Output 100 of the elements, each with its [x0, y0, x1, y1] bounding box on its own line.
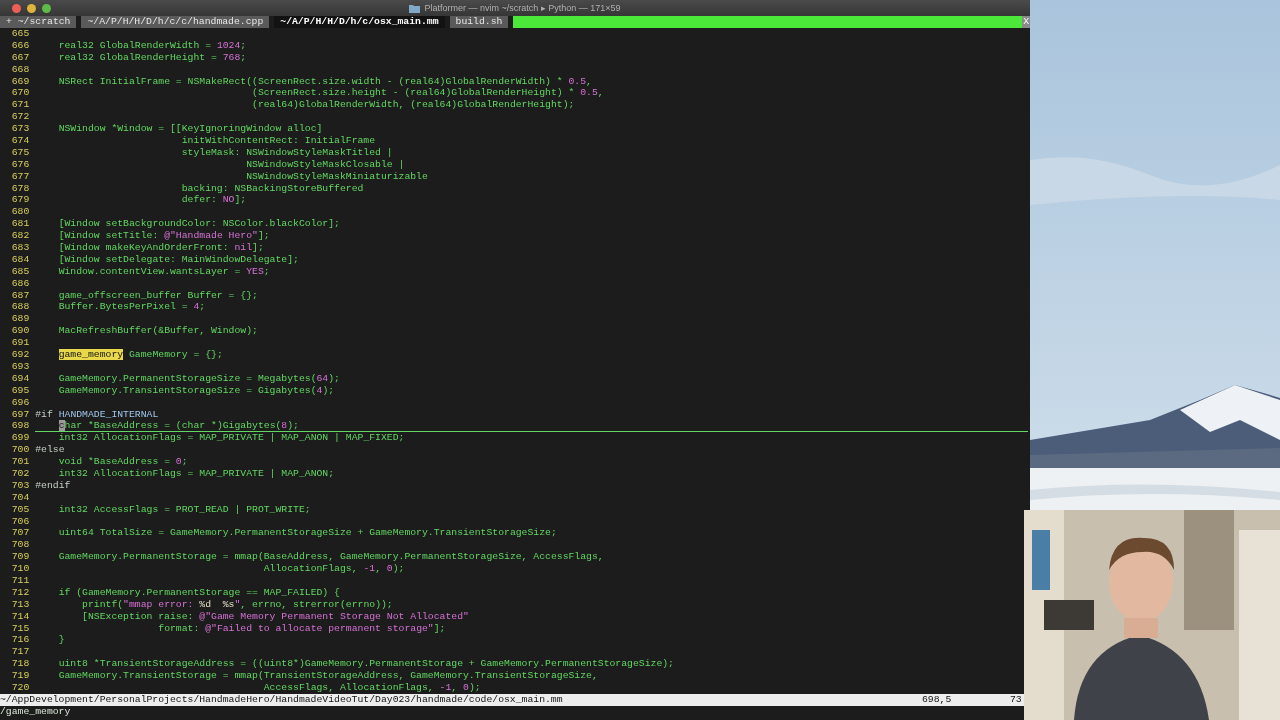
code-line: [Window setTitle: @"Handmade Hero"];: [57, 230, 271, 243]
scroll-percent: 73: [1010, 693, 1023, 706]
code-line: initWithContentRect: InitialFrame: [180, 135, 377, 147]
line-number: 700: [10, 444, 31, 457]
line-number: 718: [10, 658, 31, 671]
line-number: 695: [10, 384, 31, 397]
line-number: 681: [10, 218, 31, 231]
line-number: 699: [10, 432, 31, 445]
line-number: 689: [10, 313, 31, 326]
close-button[interactable]: [12, 3, 21, 13]
code-line: game_memory GameMemory = {};: [57, 349, 224, 361]
code-line: int32 AccessFlags = PROT_READ | PROT_WRITE;: [57, 503, 312, 516]
line-number: 716: [10, 634, 31, 647]
code-line: (ScreenRect.size.height - (real64)GlobalRenderHeight) * 0.5,: [251, 87, 605, 100]
line-number: 708: [10, 539, 31, 552]
tab[interactable]: + ~/scratch: [0, 16, 77, 28]
line-number: 702: [10, 467, 31, 480]
code-line: (real64)GlobalRenderWidth, (real64)GlobalRenderHeight);: [251, 99, 576, 112]
cursor-position: 698,5: [922, 693, 953, 706]
code-line: AllocationFlags, -1, 0);: [262, 563, 406, 575]
code-line: printf("mmap error: %d %s", errno, strerror(errno));: [81, 598, 394, 611]
code-line: #if HANDMADE_INTERNAL: [35, 408, 160, 421]
folder-icon: [409, 3, 421, 13]
line-number: 713: [10, 598, 31, 611]
line-number: 670: [10, 87, 31, 100]
code-line: if (GameMemory.PermanentStorage == MAP_FAILED) {: [57, 586, 341, 599]
line-number: 693: [10, 360, 31, 373]
line-number: 720: [10, 682, 31, 694]
close-tab-button[interactable]: X: [1022, 16, 1030, 28]
line-number: 697: [10, 408, 31, 421]
line-number: 686: [10, 277, 31, 290]
line-number: 694: [10, 372, 31, 385]
line-number: 676: [10, 158, 31, 171]
code-line: char *BaseAddress = (char *)Gigabytes(8);: [35, 420, 1028, 433]
code-line: [Window makeKeyAndOrderFront: nil];: [57, 242, 265, 254]
line-number: 671: [10, 99, 31, 112]
code-line: Buffer.BytesPerPixel = 4;: [57, 301, 207, 314]
code-line: NSWindowStyleMaskMiniaturizable: [245, 170, 429, 183]
line-number: 687: [10, 289, 31, 302]
code-line: NSWindow *Window = [[KeyIgnoringWindow alloc]: [57, 123, 324, 135]
line-number: 709: [10, 551, 31, 564]
code-line: MacRefreshBuffer(&Buffer, Window);: [57, 325, 259, 338]
code-line: GameMemory.PermanentStorageSize = Megabytes(64);: [57, 372, 341, 385]
line-number: 701: [10, 456, 31, 468]
line-number: 717: [10, 646, 31, 659]
line-number: 705: [10, 503, 31, 516]
code-line: format: @"Failed to allocate permanent storage"];: [157, 622, 447, 635]
code-line: uint8 *TransientStorageAddress = ((uint8*)GameMemory.PermanentStorage + GameMemory.PermanentStorageSize);: [57, 658, 675, 671]
line-number: 672: [10, 111, 31, 124]
line-number: 706: [10, 515, 31, 528]
tab[interactable]: ~/A/P/H/H/D/h/c/c/handmade.cpp: [81, 16, 270, 28]
code-line: real32 GlobalRenderHeight = 768;: [57, 51, 248, 64]
line-number: 703: [10, 479, 31, 492]
line-number: 669: [10, 75, 31, 88]
code-line: int32 AllocationFlags = MAP_PRIVATE | MAP_ANON;: [57, 467, 336, 480]
line-number: 712: [10, 586, 31, 599]
code-line: real32 GlobalRenderWidth = 1024;: [57, 39, 248, 52]
code-line: #endif: [35, 479, 72, 492]
code-line: }: [57, 634, 66, 647]
line-number: 679: [10, 194, 31, 207]
line-number: 696: [10, 396, 31, 409]
minimize-button[interactable]: [27, 3, 36, 13]
code-line: [Window setDelegate: MainWindowDelegate];: [57, 253, 300, 266]
code-line: [NSException raise: @"Game Memory Permanent Storage Not Allocated": [81, 610, 470, 623]
code-line: Window.contentView.wantsLayer = YES;: [57, 265, 271, 278]
code-line: GameMemory.TransientStorageSize = Gigabytes(4);: [57, 384, 336, 397]
code-line: #else: [35, 444, 66, 457]
code-line: GameMemory.PermanentStorage = mmap(BaseAddress, GameMemory.PermanentStorageSize, AccessFlags,: [57, 551, 605, 564]
file-path: ~/AppDevelopment/PersonalProjects/HandmadeHero/HandmadeVideoTut/Day023/handmade/code/osx_main.mm: [0, 693, 564, 706]
code-line: uint64 TotalSize = GameMemory.PermanentStorageSize + GameMemory.TransientStorageSize;: [57, 527, 558, 540]
code-line: AccessFlags, AllocationFlags, -1, 0);: [262, 682, 482, 694]
code-line: void *BaseAddress = 0;: [57, 456, 189, 468]
line-number: 675: [10, 146, 31, 159]
code-line: defer: NO];: [180, 194, 248, 207]
code-line: NSWindowStyleMaskClosable |: [245, 158, 406, 171]
line-number: 666: [10, 39, 31, 52]
code-line: styleMask: NSWindowStyleMaskTitled |: [180, 146, 394, 159]
line-number: 678: [10, 182, 31, 195]
line-number: 680: [10, 206, 31, 219]
line-number: 685: [10, 265, 31, 278]
line-number: 684: [10, 253, 31, 266]
tab[interactable]: ~/A/P/H/H/D/h/c/osx_main.mm: [274, 16, 445, 28]
line-number: 707: [10, 527, 31, 540]
line-number: 714: [10, 610, 31, 623]
code-line: game_offscreen_buffer Buffer = {};: [57, 289, 259, 302]
line-number: 665: [10, 28, 31, 40]
line-number: 711: [10, 574, 31, 587]
line-number: 698: [10, 420, 31, 433]
zoom-button[interactable]: [42, 3, 51, 13]
tab[interactable]: build.sh: [449, 16, 509, 28]
line-number: 692: [10, 349, 31, 361]
line-number: 691: [10, 337, 31, 350]
line-number: 683: [10, 242, 31, 254]
line-number: 677: [10, 170, 31, 183]
command-line: /game_memory: [0, 705, 71, 717]
line-number: 673: [10, 123, 31, 135]
window-title: Platformer — nvim ~/scratch ▸ Python — 171×59: [424, 3, 621, 13]
code-line: GameMemory.TransientStorage = mmap(TransientStorageAddress, GameMemory.TransientStorageSize,: [57, 670, 599, 682]
code-line: int32 AllocationFlags = MAP_PRIVATE | MAP_ANON | MAP_FIXED;: [57, 432, 406, 445]
line-number: 710: [10, 563, 31, 575]
